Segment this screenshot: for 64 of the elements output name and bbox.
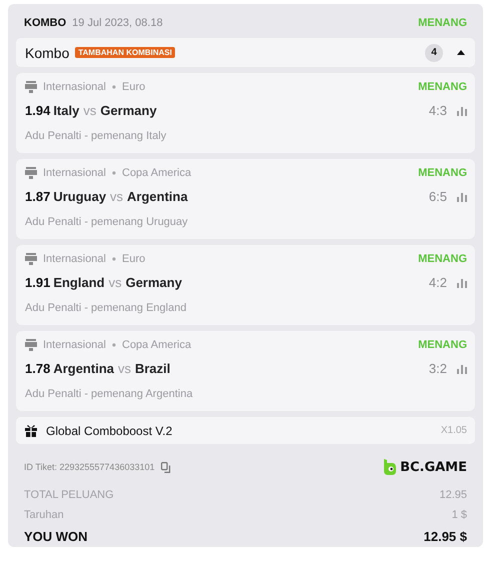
tournament-name: Copa America	[122, 339, 192, 351]
bet-status: MENANG	[418, 339, 467, 351]
bet-date: 19 Jul 2023, 08.18	[72, 17, 163, 29]
boost-name: Global Comboboost V.2	[46, 424, 172, 438]
league-name: Internasional	[43, 81, 106, 93]
versus-label: vs	[110, 189, 124, 204]
score: 3:2	[428, 361, 447, 376]
team-name: Uruguay	[53, 189, 106, 204]
ticket-id: ID Tiket: 2293255577436033101	[24, 462, 155, 472]
total-label: TOTAL PELUANG	[24, 489, 114, 501]
combo-bar[interactable]: Kombo TAMBAHAN KOMBINASI 4	[16, 38, 475, 67]
versus-label: vs	[83, 103, 96, 118]
market-text: Adu Penalti - pemenang Argentina	[25, 388, 194, 400]
total-value: 12.95	[439, 489, 467, 501]
team-name: Germany	[100, 103, 157, 118]
copy-icon[interactable]	[160, 462, 171, 472]
bet-type: KOMBO	[24, 17, 66, 29]
combo-tag: TAMBAHAN KOMBINASI	[75, 47, 175, 58]
market-text: Adu Penalti - pemenang England	[25, 302, 188, 314]
combo-title: Kombo	[25, 44, 70, 60]
odds: 1.87	[25, 189, 50, 204]
bet-status: MENANG	[418, 253, 467, 265]
score: 4:3	[428, 103, 447, 118]
total-label: YOU WON	[24, 528, 88, 544]
odds: 1.91	[25, 275, 50, 290]
bet-status: MENANG	[418, 17, 467, 29]
tournament-name: Euro	[122, 253, 146, 265]
league-name: Internasional	[43, 253, 106, 265]
odds: 1.78	[25, 361, 50, 376]
team-name: Italy	[53, 103, 80, 118]
stats-icon[interactable]	[457, 106, 467, 116]
stats-icon[interactable]	[457, 278, 467, 288]
team-name: Argentina	[53, 361, 114, 376]
gift-icon	[25, 424, 37, 436]
tournament-name: Copa America	[122, 167, 192, 179]
score: 6:5	[428, 189, 447, 204]
versus-label: vs	[118, 361, 131, 376]
total-value: 12.95 $	[424, 528, 467, 544]
separator-dot-icon	[112, 85, 116, 89]
brand-name: BC.GAME	[400, 460, 467, 474]
separator-dot-icon	[112, 343, 116, 347]
league-name: Internasional	[43, 339, 106, 351]
total-value: 1 $	[452, 509, 467, 521]
team-name: England	[53, 275, 105, 290]
league-name: Internasional	[43, 167, 106, 179]
stats-icon[interactable]	[457, 192, 467, 202]
tournament-name: Euro	[122, 81, 146, 93]
total-label: Taruhan	[24, 509, 64, 521]
separator-dot-icon	[112, 171, 116, 175]
bet-status: MENANG	[418, 167, 467, 179]
selection-count: 4	[425, 44, 443, 62]
separator-dot-icon	[112, 257, 116, 261]
versus-label: vs	[108, 275, 122, 290]
team-name: Argentina	[127, 189, 188, 204]
team-name: Brazil	[134, 361, 170, 376]
brand-logo-icon	[383, 459, 398, 475]
bet-status: MENANG	[418, 81, 467, 93]
market-text: Adu Penalti - pemenang Uruguay	[25, 216, 189, 228]
boost-multiplier: X1.05	[440, 425, 467, 436]
score: 4:2	[428, 275, 447, 290]
team-name: Germany	[126, 275, 182, 290]
market-text: Adu Penalti - pemenang Italy	[25, 130, 168, 142]
stats-icon[interactable]	[457, 364, 467, 374]
odds: 1.94	[25, 103, 50, 118]
